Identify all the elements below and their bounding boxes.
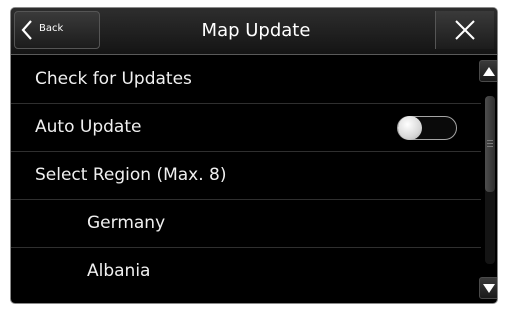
header-bar: Back Map Update [11,8,497,55]
auto-update-label: Auto Update [35,117,142,137]
list-item-region[interactable]: Albania [11,248,481,296]
page-title: Map Update [201,20,311,41]
close-button[interactable] [435,11,494,49]
check-for-updates-label: Check for Updates [35,69,192,89]
chevron-left-icon [21,20,33,44]
list-item-auto-update[interactable]: Auto Update [11,104,481,152]
select-region-label: Select Region (Max. 8) [35,165,227,185]
region-label: Albania [87,261,151,281]
map-update-screen: Back Map Update Check for Updates Auto U… [10,7,498,304]
back-button[interactable]: Back [14,11,100,49]
toggle-knob [398,116,422,140]
scrollbar-thumb[interactable] [485,96,495,192]
auto-update-toggle[interactable] [397,116,457,140]
triangle-down-icon [483,284,495,293]
list-item-check-for-updates[interactable]: Check for Updates [11,56,481,104]
list-item-region[interactable]: Germany [11,200,481,248]
scrollbar-grip-icon [487,140,493,147]
scroll-up-button[interactable] [479,60,497,82]
back-label: Back [39,23,64,34]
region-label: Germany [87,213,166,233]
list-item-select-region[interactable]: Select Region (Max. 8) [11,152,481,200]
close-icon [455,20,475,40]
triangle-up-icon [483,67,495,76]
scroll-down-button[interactable] [479,277,497,299]
settings-list: Check for Updates Auto Update Select Reg… [11,56,481,296]
